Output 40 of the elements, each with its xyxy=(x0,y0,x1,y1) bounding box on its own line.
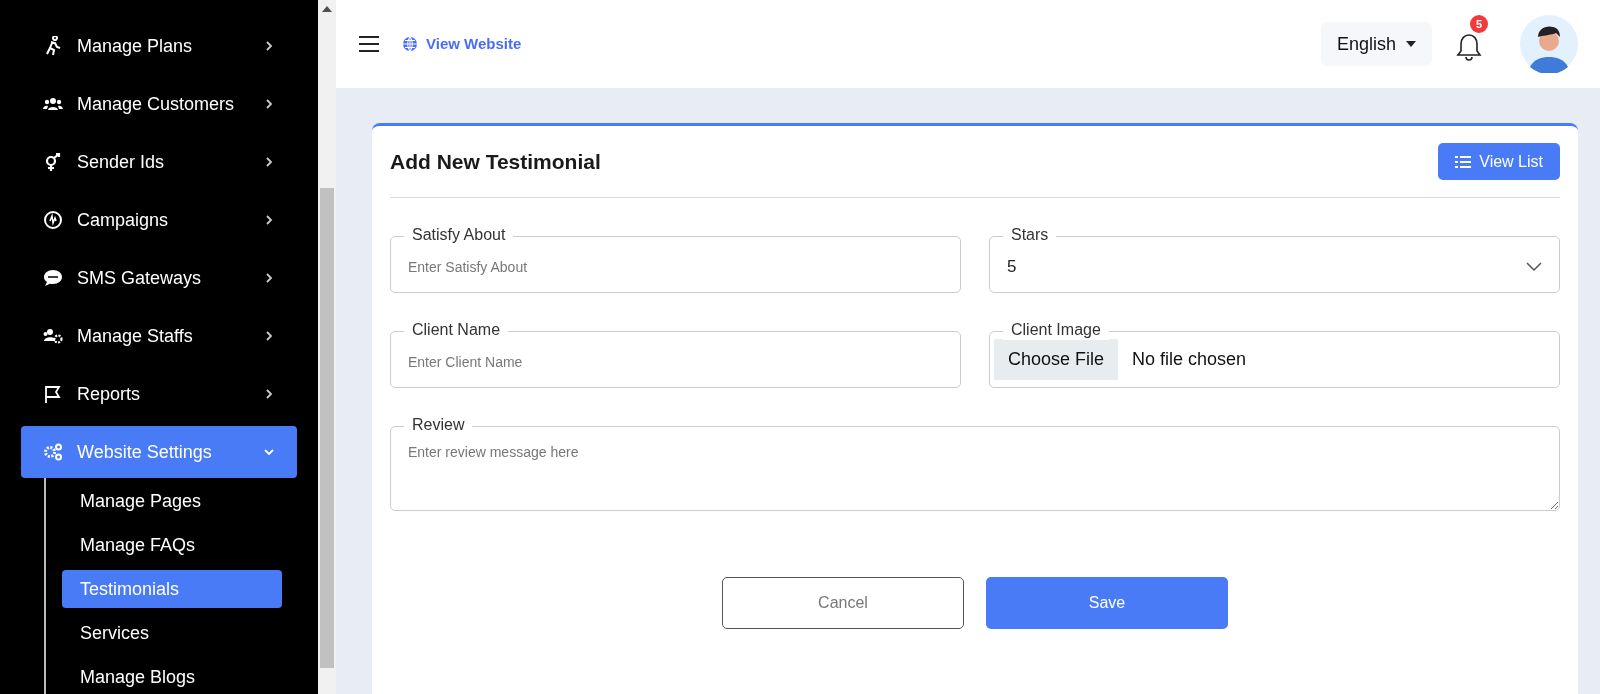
cancel-button[interactable]: Cancel xyxy=(722,577,964,629)
field-label: Client Image xyxy=(1003,320,1109,340)
circle-wave-icon xyxy=(43,210,63,230)
speech-bubble-icon xyxy=(43,268,63,288)
form-title: Add New Testimonial xyxy=(390,148,601,175)
gender-symbol-icon xyxy=(43,152,63,172)
sidebar-item[interactable]: Manage Staffs xyxy=(21,310,297,362)
notification-badge: 5 xyxy=(1470,15,1488,33)
gears-icon xyxy=(43,442,63,462)
bell-icon[interactable] xyxy=(1456,31,1482,61)
globe-icon xyxy=(402,36,418,52)
flag-icon xyxy=(43,384,63,404)
choose-file-button[interactable]: Choose File xyxy=(994,339,1119,380)
submenu-item[interactable]: Manage FAQs xyxy=(62,526,282,564)
caret-icon xyxy=(1406,41,1416,47)
walking-person-icon xyxy=(43,36,63,56)
file-status: No file chosen xyxy=(1132,348,1247,371)
field-label: Satisfy About xyxy=(404,225,514,245)
language-dropdown[interactable]: English xyxy=(1320,22,1432,66)
sidebar-item[interactable]: Sender Ids xyxy=(21,136,297,188)
submenu-item[interactable]: Services xyxy=(62,614,282,652)
chevron-down-icon xyxy=(1526,261,1542,272)
sidebar-item[interactable]: Website Settings xyxy=(21,426,297,478)
view-list-button[interactable]: View List xyxy=(1438,143,1560,180)
save-button[interactable]: Save xyxy=(986,577,1228,629)
sidebar-item[interactable]: Manage Customers xyxy=(21,78,297,130)
sidebar-item[interactable]: Campaigns xyxy=(21,194,297,246)
users-gear-icon xyxy=(43,326,63,346)
scrollbar[interactable] xyxy=(318,0,336,694)
scrollbar-thumb[interactable] xyxy=(320,188,334,668)
submenu-item[interactable]: Testimonials xyxy=(62,570,282,608)
sidebar-item[interactable]: Manage Plans xyxy=(21,20,297,72)
list-icon xyxy=(1455,154,1472,169)
menu-icon[interactable] xyxy=(358,35,380,53)
sidebar-item[interactable]: SMS Gateways xyxy=(21,252,297,304)
submenu-item[interactable]: Manage Pages xyxy=(62,482,282,520)
sidebar-item[interactable]: Reports xyxy=(21,368,297,420)
view-website-link[interactable]: View Website xyxy=(402,32,522,56)
avatar[interactable] xyxy=(1520,15,1578,73)
submenu-item[interactable]: Manage Blogs xyxy=(62,658,282,694)
